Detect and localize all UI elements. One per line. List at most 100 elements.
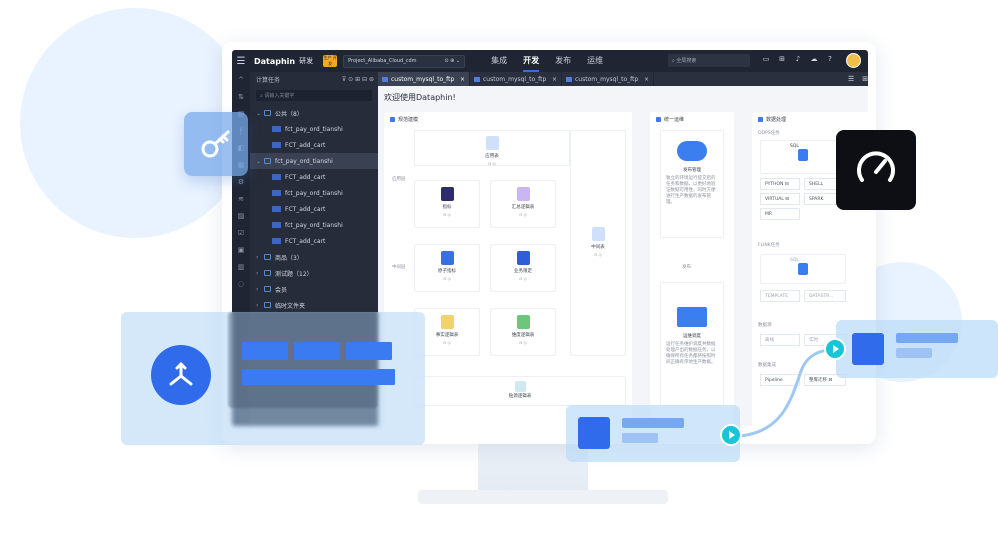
card-ops-schedule[interactable]: 运维调度 运行任务维护调度并数据处理产出的数据任务，以确保所有任务都将按照时间正… — [660, 282, 724, 406]
release-mgmt-icon — [677, 141, 707, 161]
chevron-down-icon[interactable]: ⌄ — [256, 110, 264, 117]
flink-sql-icon — [798, 263, 808, 275]
more-icon[interactable]: ◌ — [232, 276, 250, 293]
tree-item-label: fct_pay_ord_tianshi — [285, 189, 343, 197]
sidebar-search-input[interactable]: ⌕ 请输入关键字 — [256, 90, 372, 101]
task-icon[interactable]: ⇅ — [232, 89, 250, 106]
card-release-mgmt[interactable]: 发布管理 独立的环境运行提交后的任务和数据，以更好地验证数据可用性，同时方便进行… — [660, 130, 724, 238]
tree-task[interactable]: fct_pay_ord_tianshi — [250, 185, 378, 201]
tree-task[interactable]: FCT_add_cart — [250, 233, 378, 249]
chevron-right-icon[interactable]: › — [256, 254, 264, 261]
row-label-app: 应用层 — [392, 177, 406, 182]
help-icon[interactable]: ? — [824, 55, 836, 63]
screen-icon[interactable]: ▭ — [760, 55, 772, 63]
card-business-limit[interactable]: 业务限定 ⊟ ◎ — [490, 244, 556, 292]
grid-icon[interactable]: ⊞ — [776, 55, 788, 63]
image-icon[interactable]: ▨ — [232, 208, 250, 225]
tree-folder[interactable]: ⌄ 公共（8） — [250, 105, 378, 121]
cloud-icon[interactable]: ☁ — [808, 55, 820, 63]
grid-icon[interactable]: ⊞ — [862, 75, 868, 83]
card-app-table[interactable]: 应用表 ⊟ ◎ — [414, 130, 570, 166]
modeling-section-title: 规范建模 — [390, 116, 418, 123]
layers-icon[interactable]: ≋ — [232, 191, 250, 208]
summary-icon — [516, 187, 530, 201]
tab-custom-mysql-to-ftp[interactable]: custom_mysql_to_ftp × — [378, 72, 470, 86]
monitor-base — [418, 490, 668, 504]
nav-integration[interactable]: 集成 — [491, 50, 507, 72]
tree-folder[interactable]: ⌄ fct_pay_ord_tianshi — [250, 153, 378, 169]
gauge-icon — [857, 151, 895, 182]
card-flink-sql[interactable] — [760, 254, 846, 284]
sidebar-title: 计算任务 — [256, 77, 281, 84]
release-icon — [656, 117, 661, 122]
chevron-right-icon[interactable]: › — [256, 270, 264, 277]
tab-custom-mysql-to-ftp[interactable]: custom_mysql_to_ftp × — [562, 72, 654, 86]
settings-icon[interactable]: ⚙ — [232, 174, 250, 191]
card-source-logic[interactable]: 贴源逻辑表 — [414, 376, 626, 406]
chip-datastream[interactable]: DATASTR... — [804, 290, 846, 302]
release-section-title: 统一运维 — [656, 116, 684, 123]
tree-folder[interactable]: › 测试题（12） — [250, 265, 378, 281]
flink-sql-label: SQL — [790, 258, 799, 263]
card-metric[interactable]: 指标 ⊟ ◎ — [414, 180, 480, 228]
chip-virtual[interactable]: VIRTUAL ⊟ — [760, 193, 800, 205]
list-icon[interactable]: ▥ — [232, 259, 250, 276]
chip-mr[interactable]: MR — [760, 208, 800, 220]
nav-develop[interactable]: 开发 — [523, 50, 540, 72]
chevron-right-icon[interactable]: › — [256, 302, 264, 309]
tab-actions: ☰ ⊞ — [840, 72, 868, 86]
tab-custom-mysql-to-ftp[interactable]: custom_mysql_to_ftp × — [470, 72, 562, 86]
nav-ops[interactable]: 运维 — [587, 50, 603, 72]
gauge-card — [836, 130, 916, 210]
tree-folder[interactable]: › 商品（3） — [250, 249, 378, 265]
tree-task[interactable]: fct_pay_ord_tianshi — [250, 121, 378, 137]
page-title: 欢迎使用Dataphin! — [384, 93, 456, 102]
bell-icon[interactable]: ♪ — [792, 55, 804, 63]
tree-task[interactable]: fct_pay_ord_tianshi — [250, 217, 378, 233]
placeholder-bar — [622, 418, 684, 428]
global-search-input[interactable]: ⌕ 全局搜索 — [668, 54, 750, 67]
tree-folder[interactable]: › 会员 — [250, 281, 378, 297]
card-mid-table[interactable]: 中间表 ⊟ ◎ — [570, 130, 626, 356]
placeholder-bar — [896, 348, 932, 358]
close-icon[interactable]: × — [644, 76, 649, 83]
collapse-icon[interactable]: ^ — [232, 72, 250, 89]
main-nav: 集成 开发 发布 运维 — [491, 50, 619, 72]
tree-item-label: fct_pay_ord_tianshi — [285, 125, 343, 133]
placeholder-bar — [294, 342, 340, 360]
task-file-icon — [474, 76, 480, 82]
card-sql[interactable] — [760, 140, 846, 174]
folder-icon — [264, 110, 271, 116]
project-selector[interactable]: Project_Alibaba_Cloud_cdm ⊙ ⊕ ⌄ — [343, 54, 466, 68]
project-name: Project_Alibaba_Cloud_cdm — [348, 58, 417, 64]
odps-label: ODPS任务 — [758, 131, 780, 136]
tree-task[interactable]: FCT_add_cart — [250, 169, 378, 185]
card-summary-logic[interactable]: 汇总逻辑表 ⊟ ◎ — [490, 180, 556, 228]
doc-icon[interactable]: ▣ — [232, 242, 250, 259]
close-icon[interactable]: × — [460, 76, 465, 83]
process-section-title: 数据处理 — [758, 116, 786, 123]
card-atomic-metric[interactable]: 原子指标 ⊟ ◎ — [414, 244, 480, 292]
connector-line — [740, 346, 840, 438]
close-icon[interactable]: × — [552, 76, 557, 83]
chip-python[interactable]: PYTHON ⊟ — [760, 178, 800, 190]
folder-icon — [264, 158, 271, 164]
card-dim-logic[interactable]: 维度逻辑表 ⊟ ◎ — [490, 308, 556, 356]
avatar[interactable] — [846, 53, 861, 68]
task-type-icon — [272, 206, 281, 212]
check-icon[interactable]: ☑ — [232, 225, 250, 242]
sidebar-toolbar-icons[interactable]: ⊽ ⊙ ⊞ ⊟ ⊚ — [342, 76, 374, 83]
nav-release[interactable]: 发布 — [555, 50, 571, 72]
mid-table-icon — [591, 227, 605, 241]
source-icon — [514, 381, 526, 392]
hamburger-menu-icon[interactable]: ☰ — [232, 56, 250, 67]
tree-task[interactable]: FCT_add_cart — [250, 137, 378, 153]
tab-label: custom_mysql_to_ftp — [575, 75, 639, 83]
placeholder-bar — [896, 333, 958, 343]
chevron-down-icon[interactable]: ⌄ — [256, 158, 264, 165]
menu-icon[interactable]: ☰ — [848, 75, 854, 83]
tree-task[interactable]: FCT_add_cart — [250, 201, 378, 217]
chevron-right-icon[interactable]: › — [256, 286, 264, 293]
tree-folder[interactable]: › 临时文件夹 — [250, 297, 378, 313]
chip-template[interactable]: TEMPLATE — [760, 290, 800, 302]
